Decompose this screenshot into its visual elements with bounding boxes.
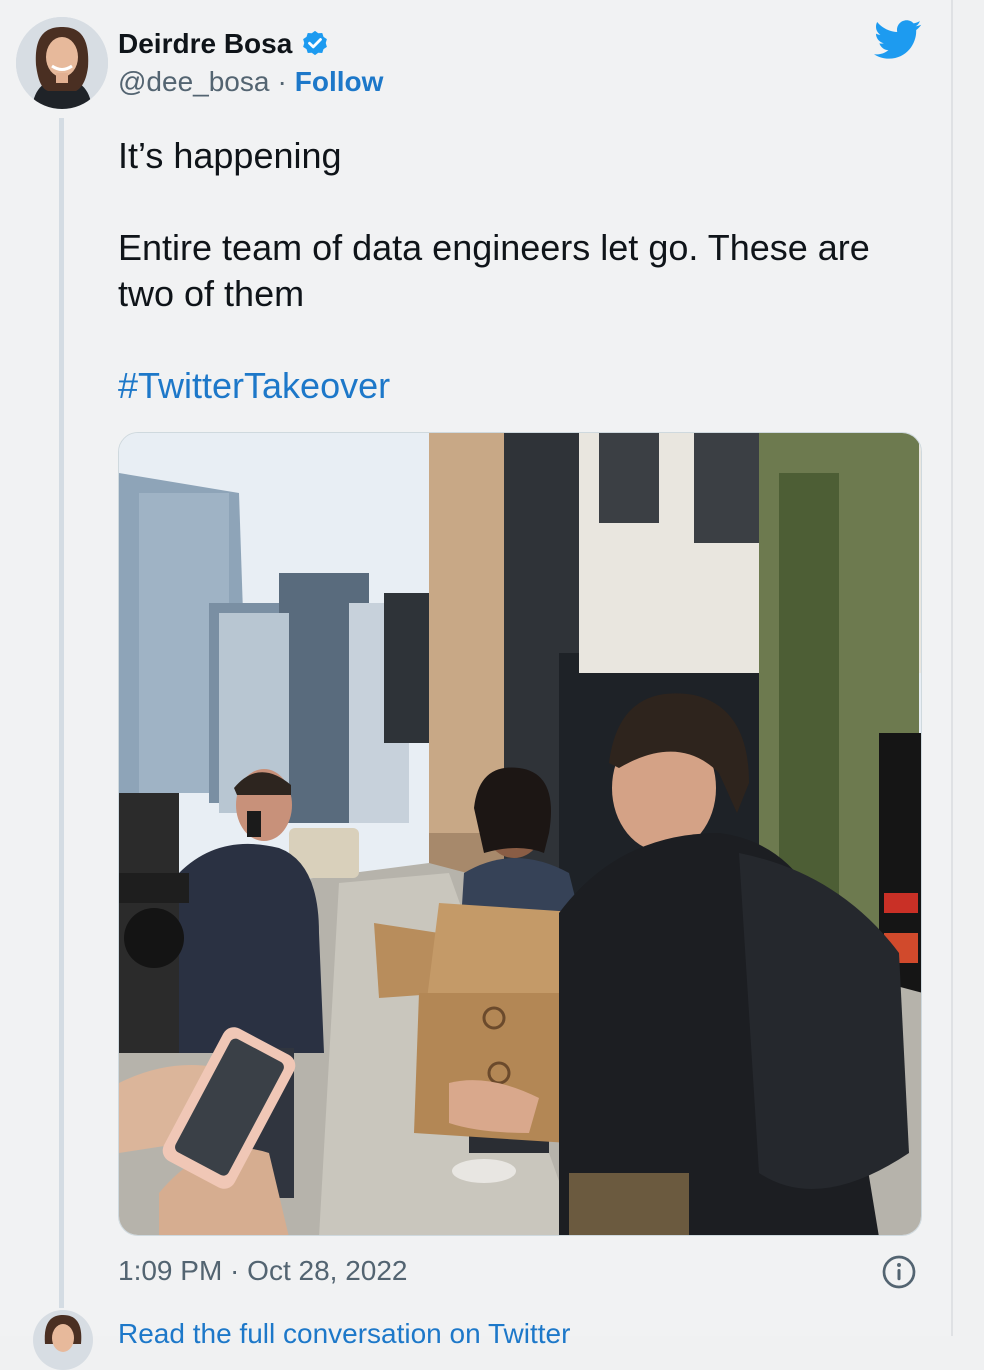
author-avatar[interactable]: [16, 17, 108, 109]
info-icon[interactable]: [881, 1254, 917, 1290]
street-photo: [119, 433, 921, 1235]
tweet-text-line: Entire team of data engineers let go. Th…: [118, 227, 870, 314]
tweet-card: Deirdre Bosa @dee_bosa · Follow It’s hap…: [0, 0, 953, 1370]
author-name-row: Deirdre Bosa: [118, 26, 330, 62]
thread-line: [59, 118, 64, 1308]
author-handle[interactable]: @dee_bosa: [118, 66, 269, 98]
handle-separator: ·: [277, 66, 287, 97]
hashtag-link[interactable]: #TwitterTakeover: [118, 363, 898, 409]
author-handle-row: @dee_bosa · Follow: [118, 66, 383, 98]
tweet-timestamp[interactable]: 1:09 PM · Oct 28, 2022: [118, 1255, 408, 1287]
tweet-text: It’s happening Entire team of data engin…: [118, 133, 898, 409]
read-conversation-link[interactable]: Read the full conversation on Twitter: [118, 1318, 570, 1350]
author-display-name[interactable]: Deirdre Bosa: [118, 28, 292, 60]
twitter-bird-icon[interactable]: [874, 20, 922, 60]
follow-link[interactable]: Follow: [295, 66, 384, 98]
verified-badge-icon: [303, 30, 328, 56]
reply-author-avatar[interactable]: [33, 1310, 93, 1370]
tweet-text-line: It’s happening: [118, 135, 342, 176]
tweet-photo[interactable]: [118, 432, 922, 1236]
